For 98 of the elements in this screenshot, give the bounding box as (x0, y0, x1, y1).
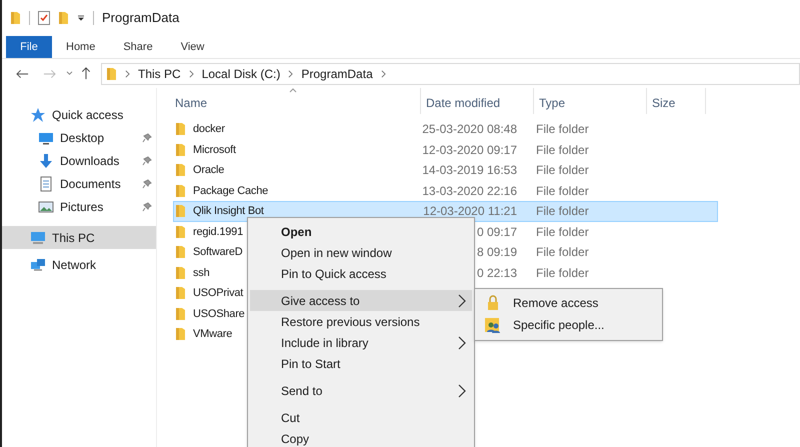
sidebar-item[interactable]: This PC (2, 226, 156, 249)
chevron-icon (125, 70, 130, 78)
folder-icon (175, 245, 186, 260)
date-cell-text: 14-03-2019 16:53 (422, 162, 517, 180)
chevron-icon (458, 336, 466, 350)
file-name: Oracle (193, 163, 224, 178)
chevron-icon (188, 70, 194, 78)
properties-icon[interactable] (38, 11, 50, 25)
column-header[interactable]: Date modified (420, 88, 533, 114)
sidebar-item[interactable]: Desktop (2, 126, 156, 149)
window-title: ProgramData (102, 9, 180, 28)
type-cell: File folder (536, 204, 589, 218)
sidebar-item[interactable]: Quick access (2, 103, 156, 126)
chevron-icon (288, 70, 294, 78)
breadcrumb-item[interactable]: Local Disk (C:) (202, 64, 280, 82)
type-cell: File folder (536, 224, 589, 239)
back-arrow-icon[interactable] (16, 68, 29, 78)
folder-icon (175, 122, 186, 136)
chevron-down-icon[interactable] (66, 71, 73, 76)
ribbon-tab[interactable]: View (166, 36, 218, 58)
folder-icon (175, 224, 186, 239)
file-name: USOShare (193, 306, 245, 322)
menu-item[interactable]: Copy (250, 428, 472, 447)
type-cell: File folder (536, 142, 589, 157)
padlock-icon (487, 295, 499, 311)
computer-icon (30, 230, 46, 246)
sidebar-item[interactable]: Documents (2, 172, 156, 195)
folder-icon (175, 306, 186, 321)
pin-icon (142, 156, 152, 166)
folder-icon (175, 204, 186, 218)
pin-icon (142, 178, 152, 188)
folder-icon (58, 11, 69, 25)
network-icon (30, 256, 46, 272)
date-cell-text: 12-03-2020 11:21 (423, 203, 517, 220)
picture-icon (38, 198, 54, 214)
pin-icon (142, 202, 152, 212)
date-cell-text: 25-03-2020 08:48 (422, 121, 517, 138)
ribbon-tab[interactable]: Home (52, 36, 110, 58)
folder-icon (10, 11, 21, 25)
file-name: docker (193, 122, 225, 137)
up-arrow-icon[interactable] (81, 67, 91, 80)
file-name: Qlik Insight Bot (193, 204, 264, 219)
sidebar-item[interactable]: Network (2, 253, 156, 276)
menu-item[interactable]: Open in new window (250, 242, 472, 263)
file-row[interactable]: Qlik Insight Bot 12-03-2020 11:21 File folder (173, 201, 718, 222)
type-cell: File folder (536, 266, 589, 280)
menu-item[interactable]: Pin to Quick access (250, 263, 472, 284)
column-header[interactable]: Type (533, 88, 646, 114)
folder-icon (175, 327, 186, 342)
file-name: ssh (193, 266, 210, 280)
folder-icon (175, 266, 186, 280)
pin-icon (142, 132, 152, 142)
menu-item[interactable]: Open (250, 221, 472, 242)
menu-item[interactable]: Remove access (475, 292, 662, 314)
breadcrumb-item[interactable]: ProgramData (301, 64, 373, 82)
menu-item[interactable]: Give access to (250, 290, 472, 311)
menu-item[interactable]: Send to (250, 380, 472, 401)
type-cell: File folder (536, 163, 589, 178)
chevron-icon (380, 70, 386, 78)
file-name: Microsoft (193, 142, 236, 158)
address-bar[interactable]: This PC Local Disk (C:) ProgramData (101, 62, 800, 84)
menu-item[interactable]: Include in library (250, 332, 472, 353)
folder-icon (175, 142, 186, 157)
menu-item[interactable]: Specific people... (475, 314, 662, 336)
folder-icon (175, 286, 186, 300)
menu-item[interactable]: Pin to Start (250, 353, 472, 374)
sidebar-item[interactable]: Pictures (2, 195, 156, 218)
download-arrow-icon (38, 152, 54, 168)
ribbon-tab[interactable]: Share (109, 36, 167, 58)
date-cell-text: 13-03-2020 22:16 (422, 182, 517, 200)
file-name: USOPrivat (193, 286, 244, 301)
date-cell-text: 0 22:13 (476, 264, 517, 282)
ribbon-tab[interactable]: File (6, 36, 52, 58)
star-icon (30, 106, 46, 122)
menu-item[interactable]: Restore previous versions (250, 311, 472, 332)
folder-icon (175, 184, 186, 198)
breadcrumb-item[interactable]: This PC (138, 64, 181, 82)
folder-icon (175, 163, 186, 178)
column-header[interactable]: Size (646, 88, 706, 114)
chevron-icon (458, 384, 466, 398)
folder-icon (106, 66, 117, 80)
file-name: VMware (193, 327, 232, 342)
date-cell-text: 0 09:17 (476, 224, 517, 241)
people-icon (485, 317, 501, 333)
sidebar-item[interactable]: Downloads (2, 149, 156, 172)
type-cell: File folder (536, 245, 589, 260)
menu-item[interactable]: Cut (250, 407, 472, 428)
file-name: SoftwareD (193, 245, 243, 260)
document-icon (38, 176, 54, 192)
type-cell: File folder (536, 122, 589, 136)
column-header[interactable]: Name (173, 88, 420, 114)
file-name: Package Cache (193, 184, 268, 198)
dropdown-arrow-icon[interactable] (77, 15, 85, 21)
file-name: regid.1991 (193, 224, 243, 240)
date-cell-text: 12-03-2020 09:17 (422, 142, 517, 159)
date-cell-text: 8 09:19 (476, 244, 517, 262)
chevron-icon (458, 294, 466, 308)
type-cell: File folder (536, 184, 589, 198)
